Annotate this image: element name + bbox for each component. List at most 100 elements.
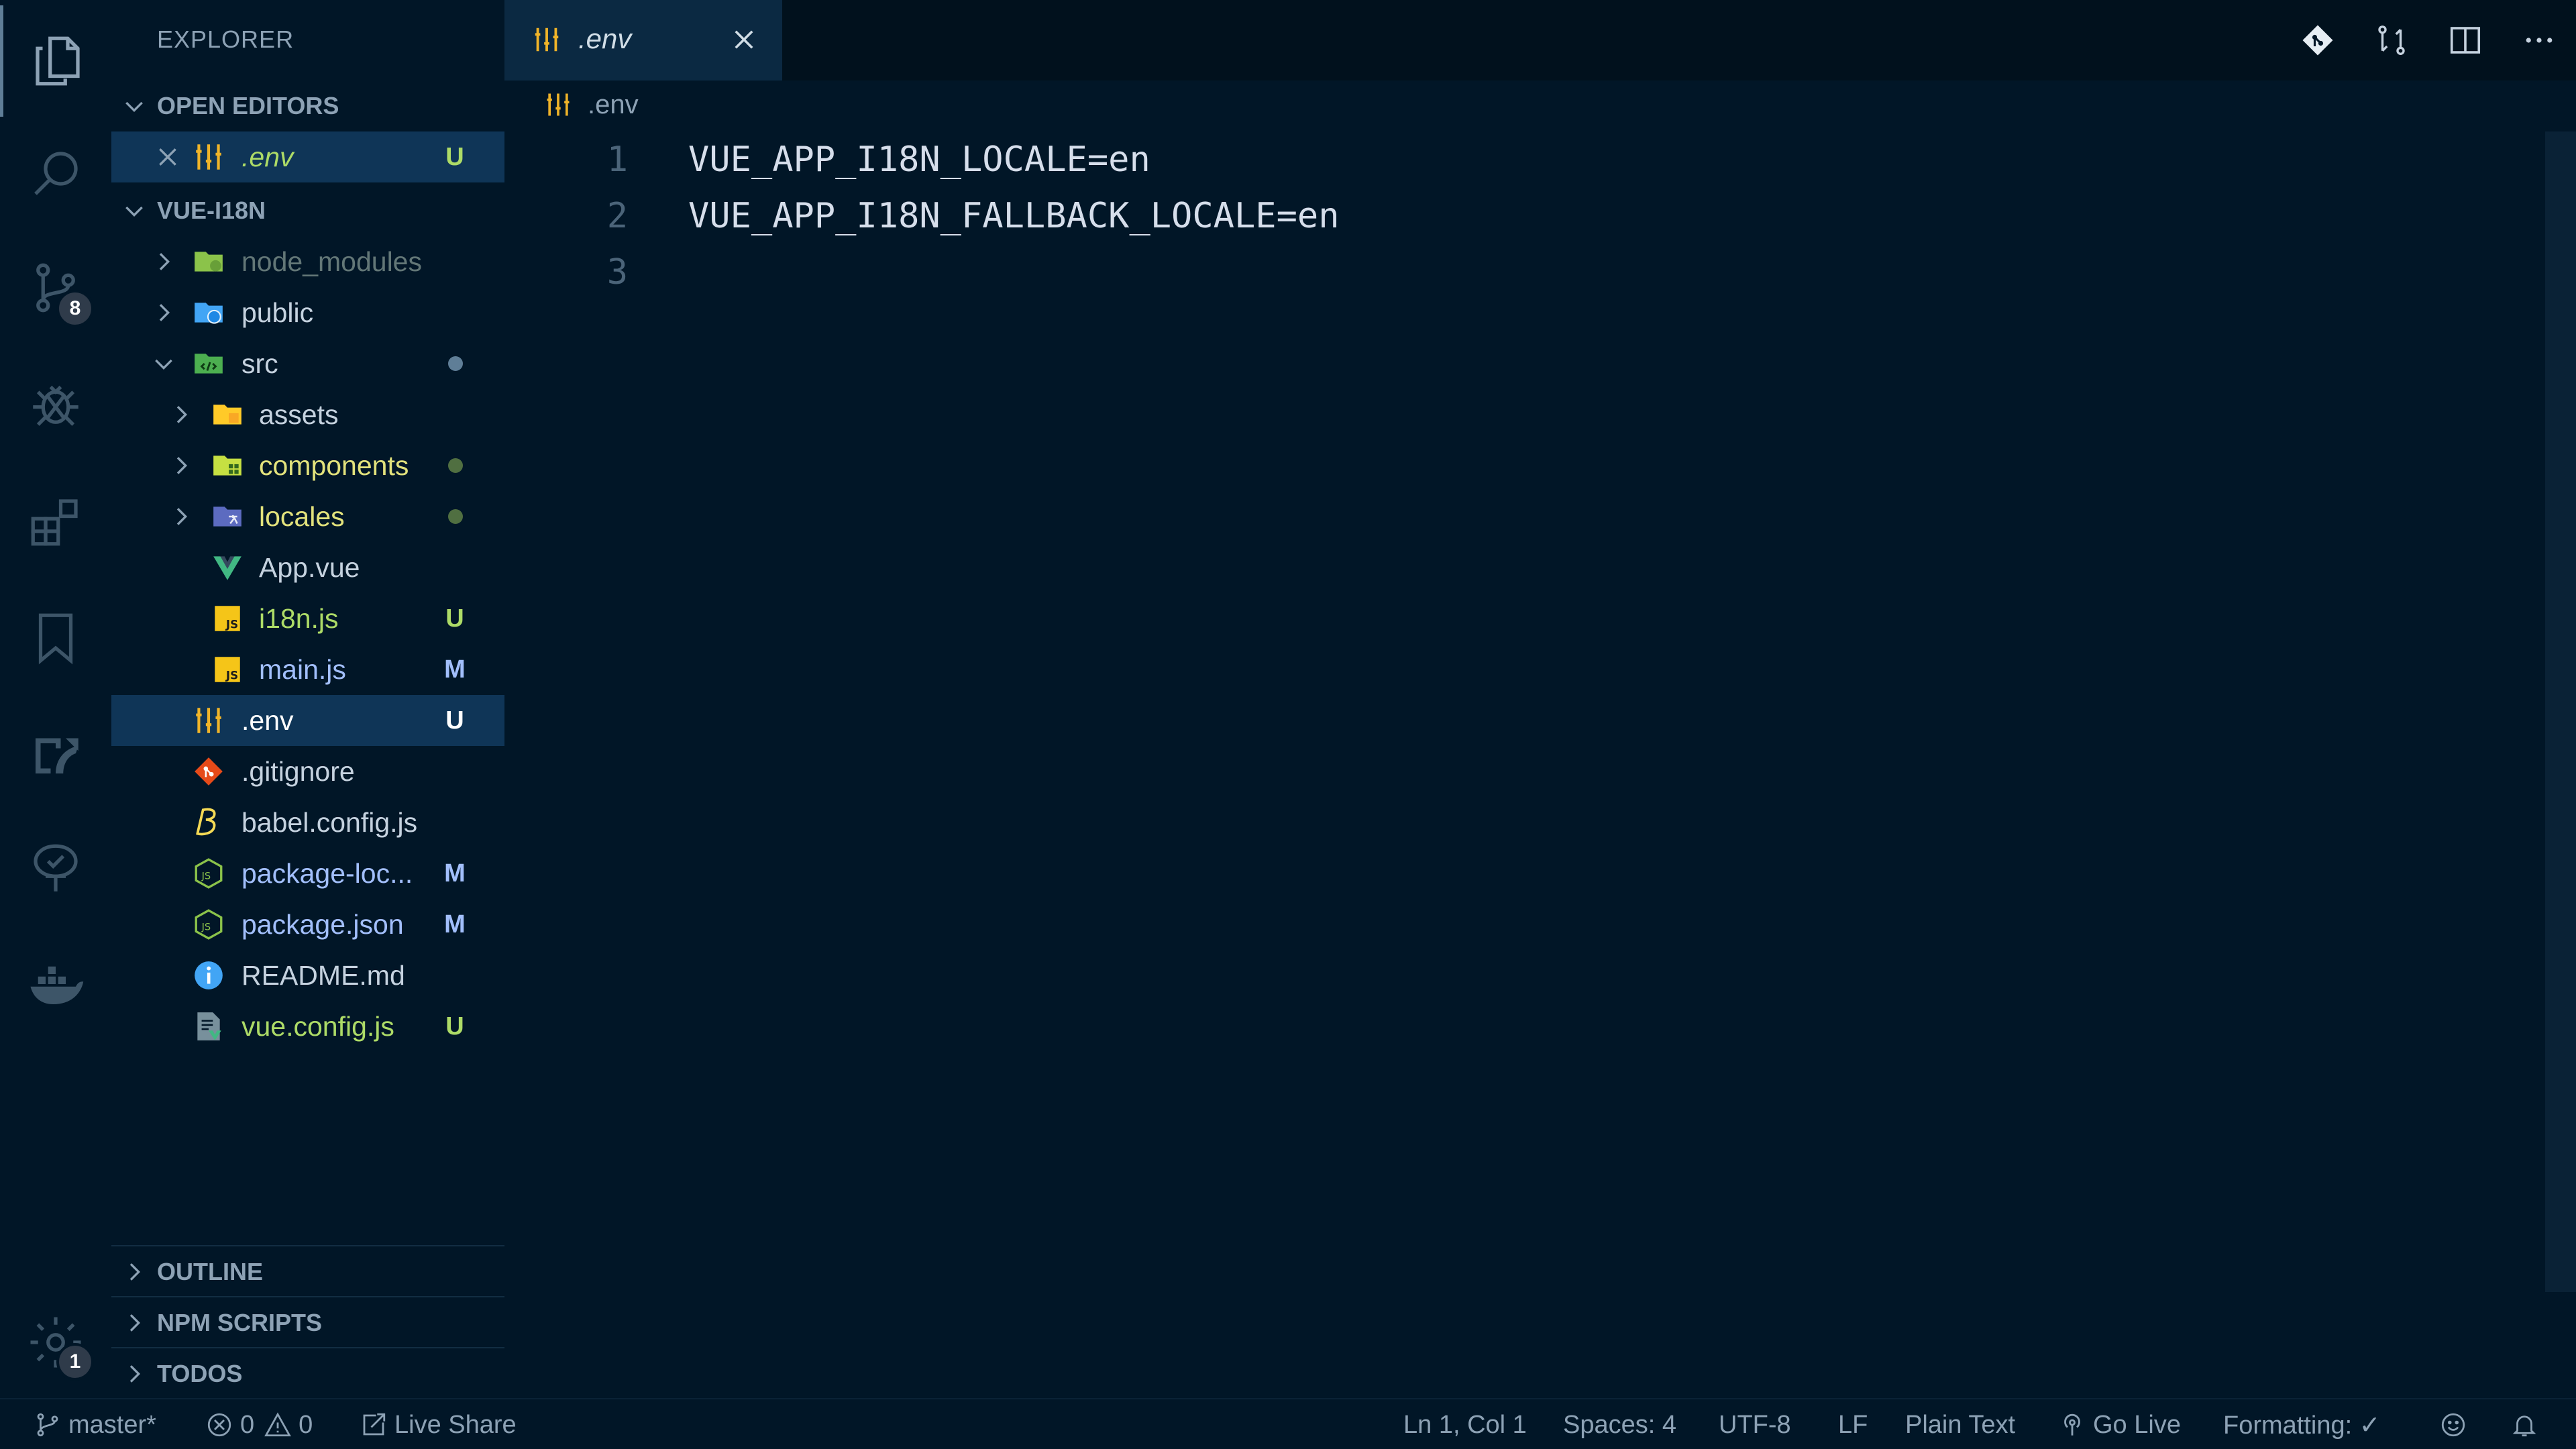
code-line[interactable]: 1 VUE_APP_I18N_LOCALE=en [504, 131, 2544, 188]
tree-item-gitignore[interactable]: .gitignore [111, 746, 504, 797]
tree-item-public[interactable]: public [111, 287, 504, 338]
live-share-icon [363, 1413, 386, 1436]
close-icon[interactable] [730, 25, 758, 54]
assets-folder-icon [211, 398, 244, 431]
tree-item-package-json[interactable]: JS package.json M [111, 899, 504, 950]
js-file-icon: JS [211, 602, 244, 635]
components-folder-icon [211, 449, 244, 482]
debug-activity[interactable] [0, 349, 111, 460]
smiley-icon [2441, 1413, 2465, 1437]
git-compare-icon [2378, 25, 2405, 55]
chevron-right-icon [176, 508, 188, 525]
go-live-status[interactable]: Go Live [2058, 1399, 2181, 1449]
info-icon [192, 959, 225, 992]
git-branch-icon [37, 1413, 58, 1437]
git-status-badge: U [445, 706, 464, 735]
more-actions-button[interactable] [2502, 0, 2576, 80]
eol-status[interactable]: LF [1838, 1399, 1868, 1449]
line-text[interactable]: VUE_APP_I18N_LOCALE=en [688, 131, 1150, 188]
project-header[interactable]: VUE-I18N [111, 185, 504, 236]
git-status-badge: M [444, 859, 466, 888]
extensions-activity[interactable] [0, 466, 111, 577]
git-status-badge: U [445, 1012, 464, 1040]
tree-item-node-modules[interactable]: node_modules [111, 236, 504, 287]
breadcrumb[interactable]: .env [543, 86, 639, 123]
breadcrumb-file[interactable]: .env [588, 90, 639, 120]
outline-header[interactable]: OUTLINE [111, 1246, 504, 1297]
chevron-right-icon [111, 1258, 157, 1285]
git-status-badge: U [445, 142, 464, 171]
git-graph-activity[interactable] [0, 813, 111, 924]
tree-item-babel-config[interactable]: babel.config.js [111, 797, 504, 848]
svg-text:JS: JS [201, 870, 211, 881]
branch-status[interactable]: master* [34, 1399, 156, 1449]
cursor-position-status[interactable]: Ln 1, Col 1 [1403, 1399, 1527, 1449]
code-line[interactable]: 2 VUE_APP_I18N_FALLBACK_LOCALE=en [504, 188, 2544, 244]
feedback-button[interactable] [2439, 1399, 2474, 1449]
chevron-down-icon [155, 359, 172, 370]
explorer-sidebar: EXPLORER OPEN EDITORS .env U VUE-I18N no… [111, 0, 504, 1398]
split-editor-button[interactable] [2428, 0, 2502, 80]
npm-scripts-header[interactable]: NPM SCRIPTS [111, 1297, 504, 1348]
tree-item-package-lock[interactable]: JS package-loc... M [111, 848, 504, 899]
warning-icon [264, 1412, 292, 1437]
language-mode-status[interactable]: Plain Text [1905, 1399, 2015, 1449]
line-number: 3 [606, 252, 628, 292]
activity-bar: 8 1 [0, 0, 111, 1398]
svg-text:JS: JS [225, 669, 238, 682]
live-share-status[interactable]: Live Share [360, 1399, 517, 1449]
indentation-status[interactable]: Spaces: 4 [1563, 1399, 1676, 1449]
node-folder-icon [192, 245, 225, 278]
open-editor-label: .env [241, 141, 294, 172]
git-file-icon [192, 755, 225, 788]
tree-item-assets[interactable]: assets [111, 389, 504, 440]
compare-button[interactable] [2355, 0, 2428, 80]
chevron-right-icon [159, 253, 170, 270]
locales-folder-icon [211, 500, 244, 533]
js-file-icon: JS [211, 653, 244, 686]
tree-item-readme[interactable]: README.md [111, 950, 504, 1001]
tree-item-app-vue[interactable]: App.vue [111, 542, 504, 593]
todos-header[interactable]: TODOS [111, 1348, 504, 1399]
tree-item-components[interactable]: components [111, 440, 504, 491]
formatting-status[interactable]: Formatting: ✓ [2223, 1399, 2381, 1449]
nodejs-file-icon: JS [192, 908, 225, 941]
tree-item-vue-config[interactable]: vue.config.js U [111, 1001, 504, 1052]
settings-file-icon [192, 704, 225, 737]
ellipsis-icon [2526, 38, 2553, 43]
tree-item-src[interactable]: src [111, 338, 504, 389]
code-line[interactable]: 3 [504, 244, 2544, 301]
tab-env[interactable]: .env [504, 0, 782, 80]
tab-label: .env [578, 23, 632, 54]
open-editors-header[interactable]: OPEN EDITORS [111, 80, 504, 131]
vertical-scrollbar[interactable] [2545, 131, 2576, 1292]
bookmarks-activity[interactable] [0, 582, 111, 694]
broadcast-icon [2064, 1413, 2080, 1436]
open-changes-button[interactable] [2281, 0, 2355, 80]
svg-text:JS: JS [225, 619, 238, 631]
close-icon[interactable] [154, 144, 181, 170]
docker-icon [30, 966, 84, 1004]
tree-item-i18n-js[interactable]: JS i18n.js U [111, 593, 504, 644]
public-folder-icon [192, 296, 225, 329]
source-control-activity[interactable]: 8 [0, 232, 111, 343]
line-text[interactable]: VUE_APP_I18N_FALLBACK_LOCALE=en [688, 188, 1340, 244]
bookmark-icon [38, 613, 73, 665]
manage-activity[interactable]: 1 [0, 1287, 111, 1398]
problems-status[interactable]: 0 0 [205, 1399, 313, 1449]
git-status-badge: U [445, 604, 464, 633]
src-folder-icon [192, 347, 225, 380]
tree-item-env[interactable]: .env U [111, 695, 504, 746]
explorer-activity[interactable] [0, 5, 111, 117]
files-icon [35, 36, 80, 86]
tree-item-locales[interactable]: locales [111, 491, 504, 542]
search-activity[interactable] [0, 118, 111, 229]
docker-activity[interactable] [0, 928, 111, 1040]
encoding-status[interactable]: UTF-8 [1719, 1399, 1791, 1449]
notifications-button[interactable] [2510, 1399, 2545, 1449]
remote-explorer-activity[interactable] [0, 698, 111, 809]
tree-item-main-js[interactable]: JS main.js M [111, 644, 504, 695]
git-graph-icon [34, 844, 78, 892]
open-editor-item[interactable]: .env U [111, 131, 504, 182]
chevron-right-icon [159, 304, 170, 321]
